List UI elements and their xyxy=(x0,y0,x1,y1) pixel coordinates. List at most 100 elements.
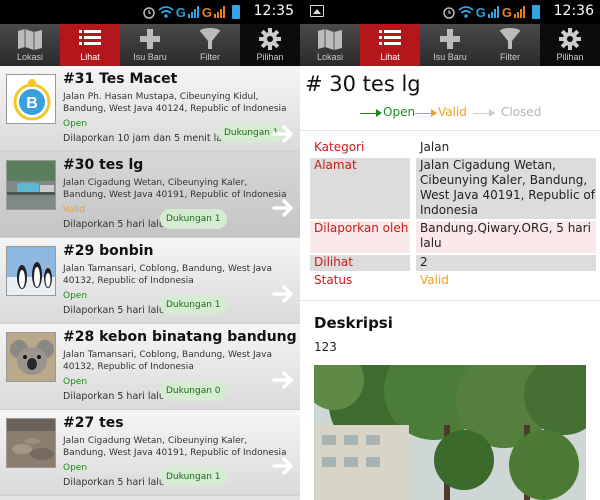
report-title: #28 kebon binatang bandung xyxy=(63,329,297,345)
report-title: #27 tes xyxy=(63,415,124,431)
tab-lokasi[interactable]: Lokasi xyxy=(0,24,60,66)
report-list: B #31 Tes Macet Jalan Ph. Hasan Mustapa,… xyxy=(0,66,300,500)
plus-icon xyxy=(440,29,460,49)
flow-closed: Closed xyxy=(501,105,542,119)
page-title: # 30 tes lg xyxy=(305,72,421,96)
field-status: Status Valid xyxy=(310,273,600,289)
field-dilaporkan: Dilaporkan oleh Bandung.Qiwary.ORG, 5 ha… xyxy=(310,221,600,253)
logo-icon: B xyxy=(7,75,55,123)
tab-isu-baru[interactable]: Isu Baru xyxy=(420,24,480,66)
status-icons: G G xyxy=(142,4,240,20)
tab-label: Isu Baru xyxy=(433,52,467,62)
map-icon xyxy=(18,29,42,50)
status-flow: Open Valid Closed xyxy=(360,105,600,123)
map-icon xyxy=(318,29,342,50)
list-icon xyxy=(379,30,401,45)
image-icon xyxy=(310,5,324,17)
tab-filter[interactable]: Filter xyxy=(480,24,540,66)
list-item[interactable]: #29 bonbin Jalan Tamansari, Coblong, Ban… xyxy=(0,238,300,324)
flow-arrow-icon xyxy=(431,109,437,117)
screen-report-list: G G 12:35 Lokasi Lihat Isu Baru Filter P… xyxy=(0,0,300,500)
clock: 12:35 xyxy=(253,3,294,19)
wifi-icon xyxy=(458,6,474,18)
network-g-icon: G xyxy=(175,4,186,20)
report-status: Open xyxy=(63,377,88,387)
support-badge[interactable]: Dukungan 1 xyxy=(160,467,227,487)
battery-icon xyxy=(232,5,240,19)
clock: 12:36 xyxy=(553,3,594,19)
support-badge[interactable]: Dukungan 1 xyxy=(160,295,227,315)
screen-report-detail: G G 12:36 Lokasi Lihat Isu Baru Filter P… xyxy=(300,0,600,500)
street-photo-icon xyxy=(7,161,55,209)
signal-icon xyxy=(487,6,499,18)
support-badge[interactable]: Dukungan 1 xyxy=(160,209,227,229)
arrow-right-icon[interactable] xyxy=(272,454,296,478)
list-item[interactable]: #30 tes lg Jalan Cigadung Wetan, Cibeuny… xyxy=(0,152,300,238)
tab-label: Pilihan xyxy=(556,52,584,62)
funnel-icon xyxy=(500,28,520,49)
wifi-icon xyxy=(158,6,174,18)
report-title: #29 bonbin xyxy=(63,243,154,259)
field-label: Kategori xyxy=(314,140,365,154)
field-value: Jalan xyxy=(420,140,450,154)
tab-lihat[interactable]: Lihat xyxy=(360,24,420,66)
network-g-icon: G xyxy=(475,4,486,20)
field-label: Dilaporkan oleh xyxy=(310,221,410,253)
tab-lokasi[interactable]: Lokasi xyxy=(300,24,360,66)
tab-label: Pilihan xyxy=(256,52,284,62)
report-address: Jalan Tamansari, Coblong, Bandung, West … xyxy=(63,264,272,286)
description-heading: Deskripsi xyxy=(314,314,393,332)
tab-pilihan[interactable]: Pilihan xyxy=(540,24,600,66)
report-title: #30 tes lg xyxy=(63,157,144,173)
description-body: 123 xyxy=(314,340,337,354)
status-icons: G G xyxy=(442,4,540,20)
plus-icon xyxy=(140,29,160,49)
tab-label: Isu Baru xyxy=(133,52,167,62)
battery-icon xyxy=(532,5,540,19)
report-thumbnail xyxy=(6,332,56,382)
field-value: Bandung.Qiwary.ORG, 5 hari lalu xyxy=(416,221,596,253)
flow-arrow-icon xyxy=(489,109,495,117)
flow-arrow-icon xyxy=(376,109,382,117)
report-time: Dilaporkan 5 hari lalu xyxy=(63,219,165,230)
arrow-right-icon[interactable] xyxy=(272,122,296,146)
tab-label: Lihat xyxy=(380,52,400,62)
toolbar: Lokasi Lihat Isu Baru Filter Pilihan xyxy=(0,24,300,66)
list-item[interactable]: B #31 Tes Macet Jalan Ph. Hasan Mustapa,… xyxy=(0,66,300,152)
field-label: Status xyxy=(314,273,353,287)
field-label: Dilihat xyxy=(310,255,410,271)
report-thumbnail xyxy=(6,246,56,296)
report-time: Dilaporkan 10 jam dan 5 menit lalu xyxy=(63,133,231,144)
tab-pilihan[interactable]: Pilihan xyxy=(240,24,300,66)
status-bar: G G 12:35 xyxy=(0,0,300,24)
gear-icon xyxy=(259,28,281,50)
arrow-right-icon[interactable] xyxy=(272,282,296,306)
rubble-photo-icon xyxy=(7,419,55,467)
svg-text:B: B xyxy=(26,95,38,112)
report-address: Jalan Tamansari, Coblong, Bandung, West … xyxy=(63,350,272,372)
app-root: G G 12:35 Lokasi Lihat Isu Baru Filter P… xyxy=(0,0,600,500)
report-photo[interactable] xyxy=(314,365,586,500)
field-kategori: Kategori Jalan xyxy=(310,140,600,157)
tab-filter[interactable]: Filter xyxy=(180,24,240,66)
tab-label: Lokasi xyxy=(316,52,343,62)
list-item[interactable]: #28 kebon binatang bandung Jalan Tamansa… xyxy=(0,324,300,410)
status-bar: G G 12:36 xyxy=(300,0,600,24)
tab-lihat[interactable]: Lihat xyxy=(60,24,120,66)
tab-isu-baru[interactable]: Isu Baru xyxy=(120,24,180,66)
report-photo-image xyxy=(314,365,586,500)
report-time: Dilaporkan 5 hari lalu xyxy=(63,477,165,488)
divider xyxy=(300,130,600,131)
support-badge[interactable]: Dukungan 0 xyxy=(160,381,227,401)
arrow-right-icon[interactable] xyxy=(272,196,296,220)
field-alamat: Alamat Jalan Cigadung Wetan, Cibeunying … xyxy=(310,158,600,219)
alarm-icon xyxy=(443,7,455,19)
report-status: Open xyxy=(63,291,88,301)
field-dilihat: Dilihat 2 xyxy=(310,255,600,271)
gear-icon xyxy=(559,28,581,50)
arrow-right-icon[interactable] xyxy=(272,368,296,392)
field-value: Valid xyxy=(420,273,449,287)
list-item[interactable]: #27 tes Jalan Cigadung Wetan, Cibeunying… xyxy=(0,410,300,496)
alarm-icon xyxy=(143,7,155,19)
report-time: Dilaporkan 5 hari lalu xyxy=(63,305,165,316)
